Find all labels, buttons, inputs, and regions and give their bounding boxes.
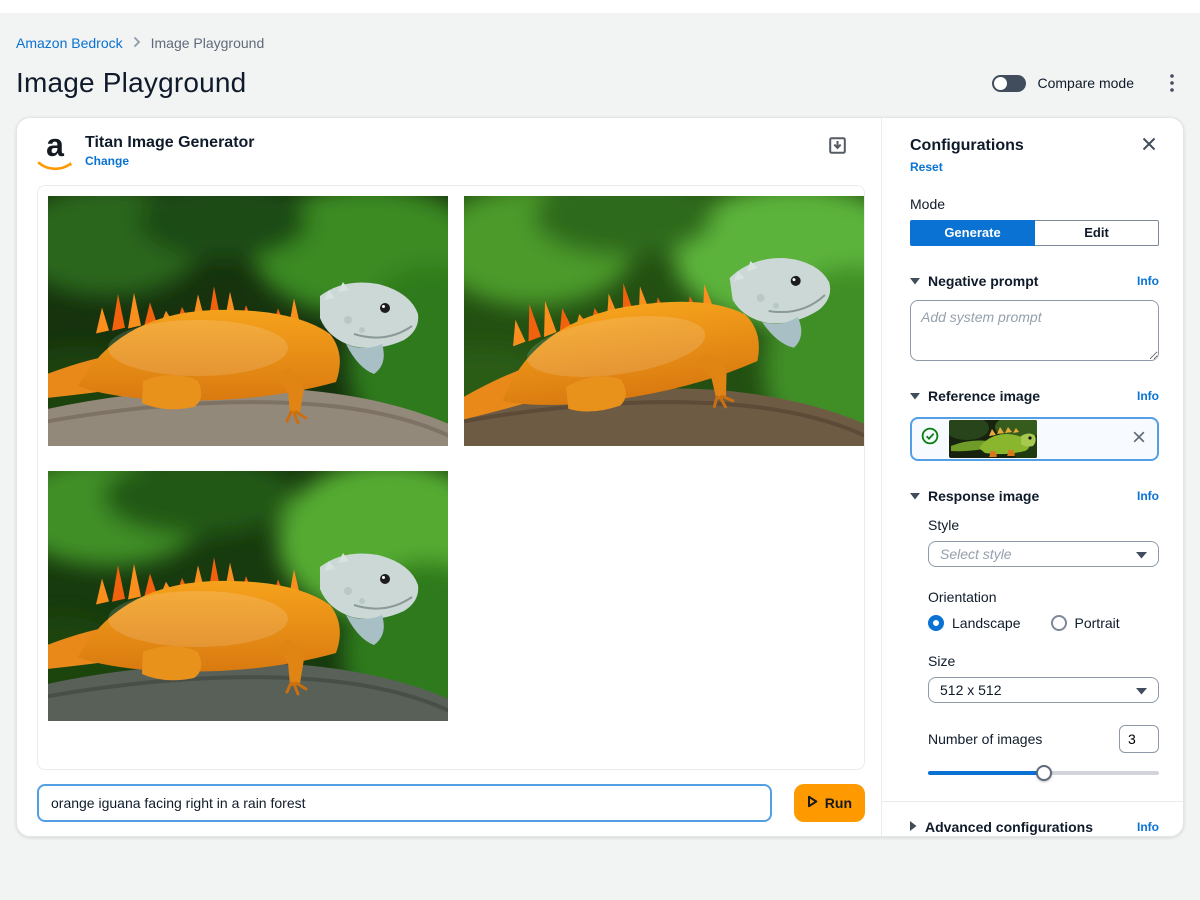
reference-image-thumbnail — [949, 420, 1037, 458]
mode-segmented-control: Generate Edit — [910, 220, 1159, 246]
playground-card: a Titan Image Generator Change — [16, 117, 1184, 837]
close-configurations-button[interactable] — [1139, 134, 1159, 157]
caret-down-icon — [910, 387, 920, 405]
caret-down-icon — [910, 272, 920, 290]
response-image-label: Response image — [928, 488, 1039, 504]
generated-image-2[interactable] — [464, 196, 864, 446]
export-button[interactable] — [824, 132, 851, 162]
amazon-smile-icon — [37, 161, 73, 172]
close-icon — [1132, 432, 1146, 447]
reference-image-box — [910, 417, 1159, 461]
check-circle-icon — [921, 427, 939, 450]
close-icon — [1141, 140, 1157, 155]
number-of-images-input[interactable] — [1119, 725, 1159, 753]
caret-down-icon — [1136, 546, 1147, 562]
prompt-input[interactable] — [37, 784, 772, 822]
kebab-menu-icon[interactable] — [1160, 71, 1184, 95]
mode-edit-button[interactable]: Edit — [1035, 220, 1159, 246]
caret-down-icon — [1136, 682, 1147, 698]
reference-image-info-link[interactable]: Info — [1137, 389, 1159, 403]
style-label: Style — [928, 517, 1159, 533]
page-title: Image Playground — [16, 67, 246, 99]
style-select[interactable]: Select style — [928, 541, 1159, 567]
change-model-link[interactable]: Change — [85, 154, 129, 168]
response-image-info-link[interactable]: Info — [1137, 489, 1159, 503]
size-label: Size — [928, 653, 1159, 669]
number-of-images-label: Number of images — [928, 731, 1042, 747]
negative-prompt-section-header[interactable]: Negative prompt Info — [910, 272, 1159, 290]
amazon-logo: a — [37, 132, 73, 177]
style-select-placeholder: Select style — [940, 546, 1012, 562]
generated-image-1[interactable] — [48, 196, 448, 446]
breadcrumb-chevron-icon — [133, 35, 141, 51]
advanced-configurations-header[interactable]: Advanced configurations Info — [910, 818, 1159, 836]
orientation-label: Orientation — [928, 589, 1159, 605]
mode-generate-button[interactable]: Generate — [910, 220, 1035, 246]
negative-prompt-info-link[interactable]: Info — [1137, 274, 1159, 288]
run-button-label: Run — [825, 795, 852, 811]
play-icon — [807, 795, 818, 811]
compare-mode-label: Compare mode — [1038, 75, 1135, 91]
model-name: Titan Image Generator — [85, 132, 255, 152]
run-button[interactable]: Run — [794, 784, 865, 822]
advanced-configurations-info-link[interactable]: Info — [1137, 820, 1159, 834]
images-slider-fill — [928, 771, 1044, 775]
size-select[interactable]: 512 x 512 — [928, 677, 1159, 703]
response-image-section-header[interactable]: Response image Info — [910, 487, 1159, 505]
configurations-title: Configurations — [910, 137, 1024, 155]
generated-images-area — [37, 185, 865, 770]
breadcrumb-current: Image Playground — [151, 35, 265, 51]
compare-mode-toggle[interactable] — [992, 75, 1026, 92]
orientation-portrait-option[interactable]: Portrait — [1051, 615, 1120, 631]
sidebar-divider — [882, 801, 1183, 802]
generated-image-3[interactable] — [48, 471, 448, 721]
breadcrumb: Amazon Bedrock Image Playground — [16, 35, 1184, 51]
negative-prompt-label: Negative prompt — [928, 273, 1038, 289]
breadcrumb-link-bedrock[interactable]: Amazon Bedrock — [16, 35, 123, 51]
advanced-configurations-label: Advanced configurations — [925, 819, 1093, 835]
reference-image-label: Reference image — [928, 388, 1040, 404]
app-top-strip — [0, 0, 1200, 13]
download-icon — [828, 143, 847, 158]
orientation-landscape-option[interactable]: Landscape — [928, 615, 1021, 631]
remove-reference-image-button[interactable] — [1130, 428, 1148, 449]
size-select-value: 512 x 512 — [940, 682, 1002, 698]
mode-label: Mode — [910, 196, 1159, 212]
reference-image-section-header[interactable]: Reference image Info — [910, 387, 1159, 405]
caret-right-icon — [910, 818, 917, 836]
radio-unselected-icon — [1051, 615, 1067, 631]
radio-selected-icon — [928, 615, 944, 631]
negative-prompt-textarea[interactable] — [910, 300, 1159, 361]
images-slider-handle[interactable] — [1036, 765, 1052, 781]
configurations-panel: Configurations Reset Mode Generate Edit … — [881, 118, 1183, 836]
reset-link[interactable]: Reset — [910, 160, 943, 174]
orientation-landscape-label: Landscape — [952, 615, 1021, 631]
caret-down-icon — [910, 487, 920, 505]
number-of-images-slider[interactable] — [928, 765, 1159, 779]
orientation-portrait-label: Portrait — [1075, 615, 1120, 631]
